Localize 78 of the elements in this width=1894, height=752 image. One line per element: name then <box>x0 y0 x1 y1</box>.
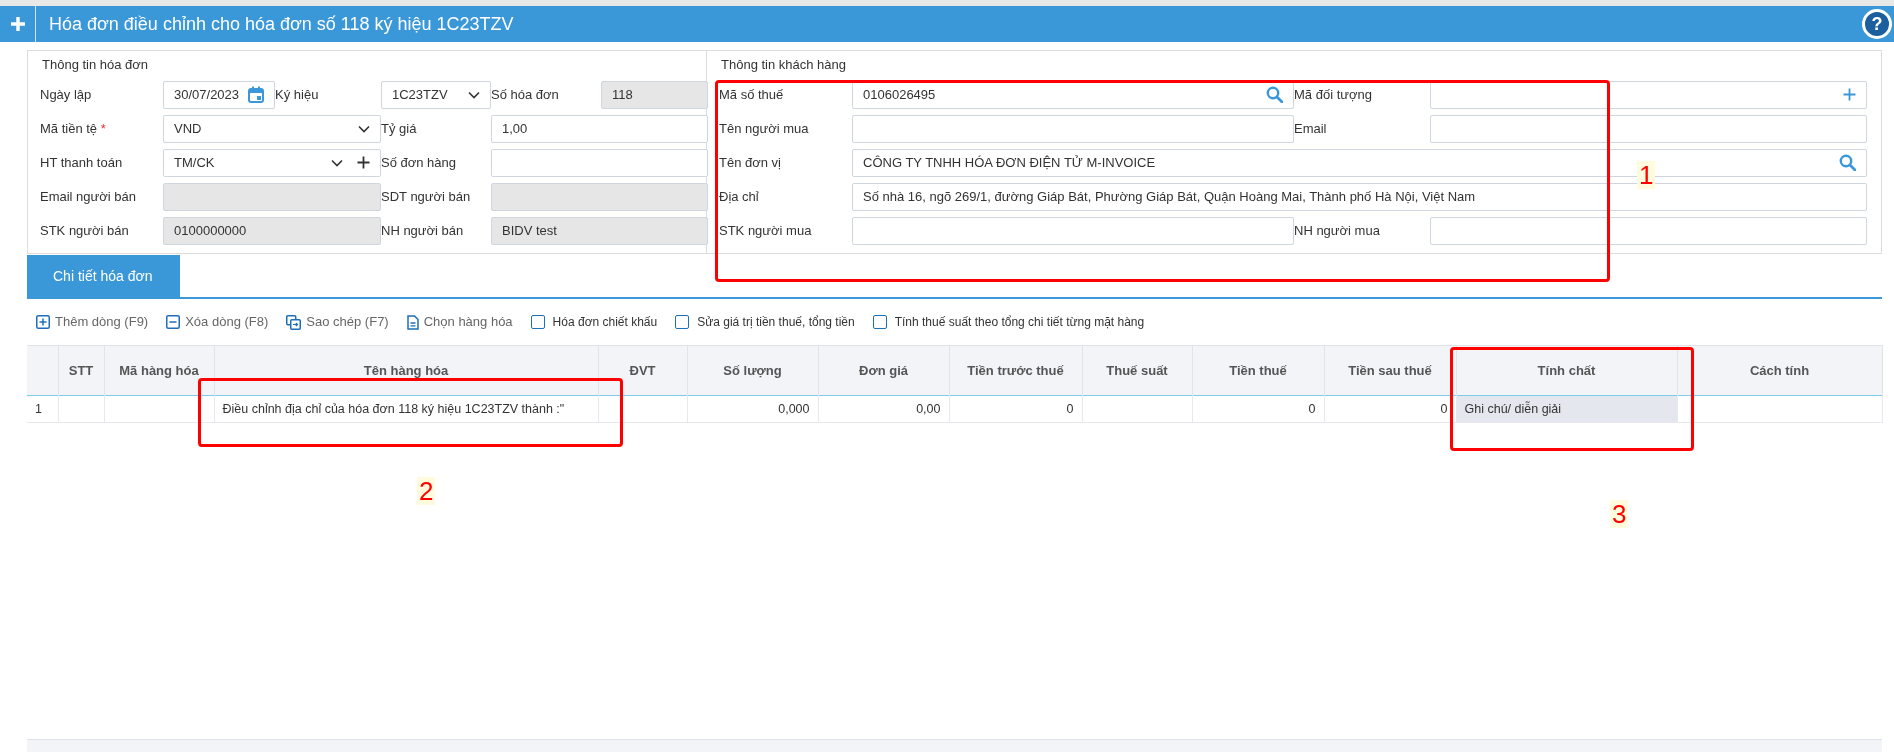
date-field[interactable]: 30/07/2023 <box>163 80 275 109</box>
help-icon[interactable]: ? <box>1862 9 1892 39</box>
field-label: Mã tiền tệ <box>40 120 98 136</box>
search-icon[interactable] <box>1266 86 1283 103</box>
toolbar-button[interactable]: Xóa dòng (F8) <box>166 312 269 332</box>
field-label: STK người bán <box>40 222 129 238</box>
field-label: HT thanh toán <box>40 154 123 170</box>
toolbar-button[interactable]: Sao chép (F7) <box>286 312 389 332</box>
plus-square-icon <box>36 315 50 329</box>
required-mark: * <box>100 120 106 136</box>
table-cell: 0 <box>949 395 1082 423</box>
input-field[interactable] <box>1430 80 1867 109</box>
input-field[interactable] <box>491 148 708 177</box>
field-label: Ngày lập <box>40 86 92 102</box>
checkbox[interactable] <box>530 315 545 329</box>
field-label: Số đơn hàng <box>381 154 457 170</box>
table-cell: 0 <box>1192 395 1324 423</box>
field-label: Tỷ giá <box>381 120 417 136</box>
field-label: Mã số thuế <box>719 86 784 102</box>
select-field[interactable]: VND <box>163 114 381 143</box>
annotation-number: 3 <box>1610 500 1629 528</box>
field-label: Ký hiệu <box>275 86 319 102</box>
checkbox[interactable] <box>872 315 887 329</box>
annotation-number: 2 <box>417 477 436 505</box>
select-field[interactable]: TM/CK <box>163 148 381 177</box>
annotation-number: 1 <box>1637 161 1656 189</box>
select-field[interactable]: 1C23TZV <box>381 80 491 109</box>
input-field[interactable] <box>1430 114 1867 143</box>
calendar-icon[interactable] <box>248 86 264 103</box>
checkbox-label: Tính thuế suất theo tổng chi tiết từng mặt hàng <box>894 314 1145 331</box>
checkbox[interactable] <box>675 315 690 329</box>
chevron-down-icon[interactable] <box>358 124 370 133</box>
field-label: SDT người bán <box>381 188 471 204</box>
plus-icon[interactable] <box>357 156 370 169</box>
input-field[interactable] <box>1430 216 1867 245</box>
field-label: NH người bán <box>381 222 464 238</box>
column-header: STT <box>58 345 104 396</box>
input-field[interactable] <box>852 114 1294 143</box>
column-header: Tiền sau thuế <box>1324 345 1456 396</box>
field-label: Địa chỉ <box>719 188 759 204</box>
field-label: Tên đơn vị <box>719 154 781 170</box>
field-label: Tên người mua <box>719 120 809 136</box>
column-header: Thuế suất <box>1082 345 1192 396</box>
column-header: Tên hàng hóa <box>214 345 598 396</box>
input-field[interactable]: 1,00 <box>491 114 708 143</box>
table-cell: 0,000 <box>687 395 818 423</box>
table-cell: 0,00 <box>818 395 949 423</box>
minus-square-icon <box>166 315 181 329</box>
field-label: Số hóa đơn <box>491 86 559 102</box>
column-header: Tính chất <box>1456 345 1677 396</box>
chevron-down-icon[interactable] <box>331 158 343 167</box>
document-icon <box>406 314 419 330</box>
toolbar-button[interactable]: Chọn hàng hóa <box>406 312 513 332</box>
section-title: Thông tin hóa đơn <box>41 56 150 74</box>
select-cell[interactable]: Ghi chú/ diễn giải <box>1456 395 1677 423</box>
section-title: Thông tin khách hàng <box>720 56 848 74</box>
column-header: Số lượng <box>687 345 818 396</box>
toolbar-button[interactable]: Thêm dòng (F9) <box>36 312 149 332</box>
field-label: Mã đối tượng <box>1294 86 1372 102</box>
search-icon[interactable] <box>1839 154 1856 171</box>
field-label: STK người mua <box>719 222 812 238</box>
field-label: Email <box>1294 120 1327 136</box>
chevron-down-icon[interactable] <box>468 90 480 99</box>
checkbox-label: Sửa giá trị tiền thuế, tổng tiền <box>697 314 855 331</box>
column-header: Tiền trước thuế <box>949 345 1082 396</box>
column-header: Tiền thuế <box>1192 345 1324 396</box>
table-cell: 1 <box>27 395 58 423</box>
column-header: ĐVT <box>598 345 687 396</box>
field-label: Email người bán <box>40 188 136 204</box>
copy-icon <box>286 314 302 330</box>
column-header: Cách tính <box>1677 345 1882 396</box>
window-title: Hóa đơn điều chỉnh cho hóa đơn số 118 ký hiệu 1C23TZV <box>48 12 515 36</box>
column-header: Mã hàng hóa <box>104 345 214 396</box>
field-label: NH người mua <box>1294 222 1380 238</box>
checkbox-label: Hóa đơn chiết khấu <box>552 314 658 331</box>
table-cell: Điều chỉnh địa chỉ của hóa đơn 118 ký hiệu 1C23TZV thành :" <box>214 395 598 423</box>
column-header: Đơn giá <box>818 345 949 396</box>
input-field[interactable] <box>852 216 1294 245</box>
